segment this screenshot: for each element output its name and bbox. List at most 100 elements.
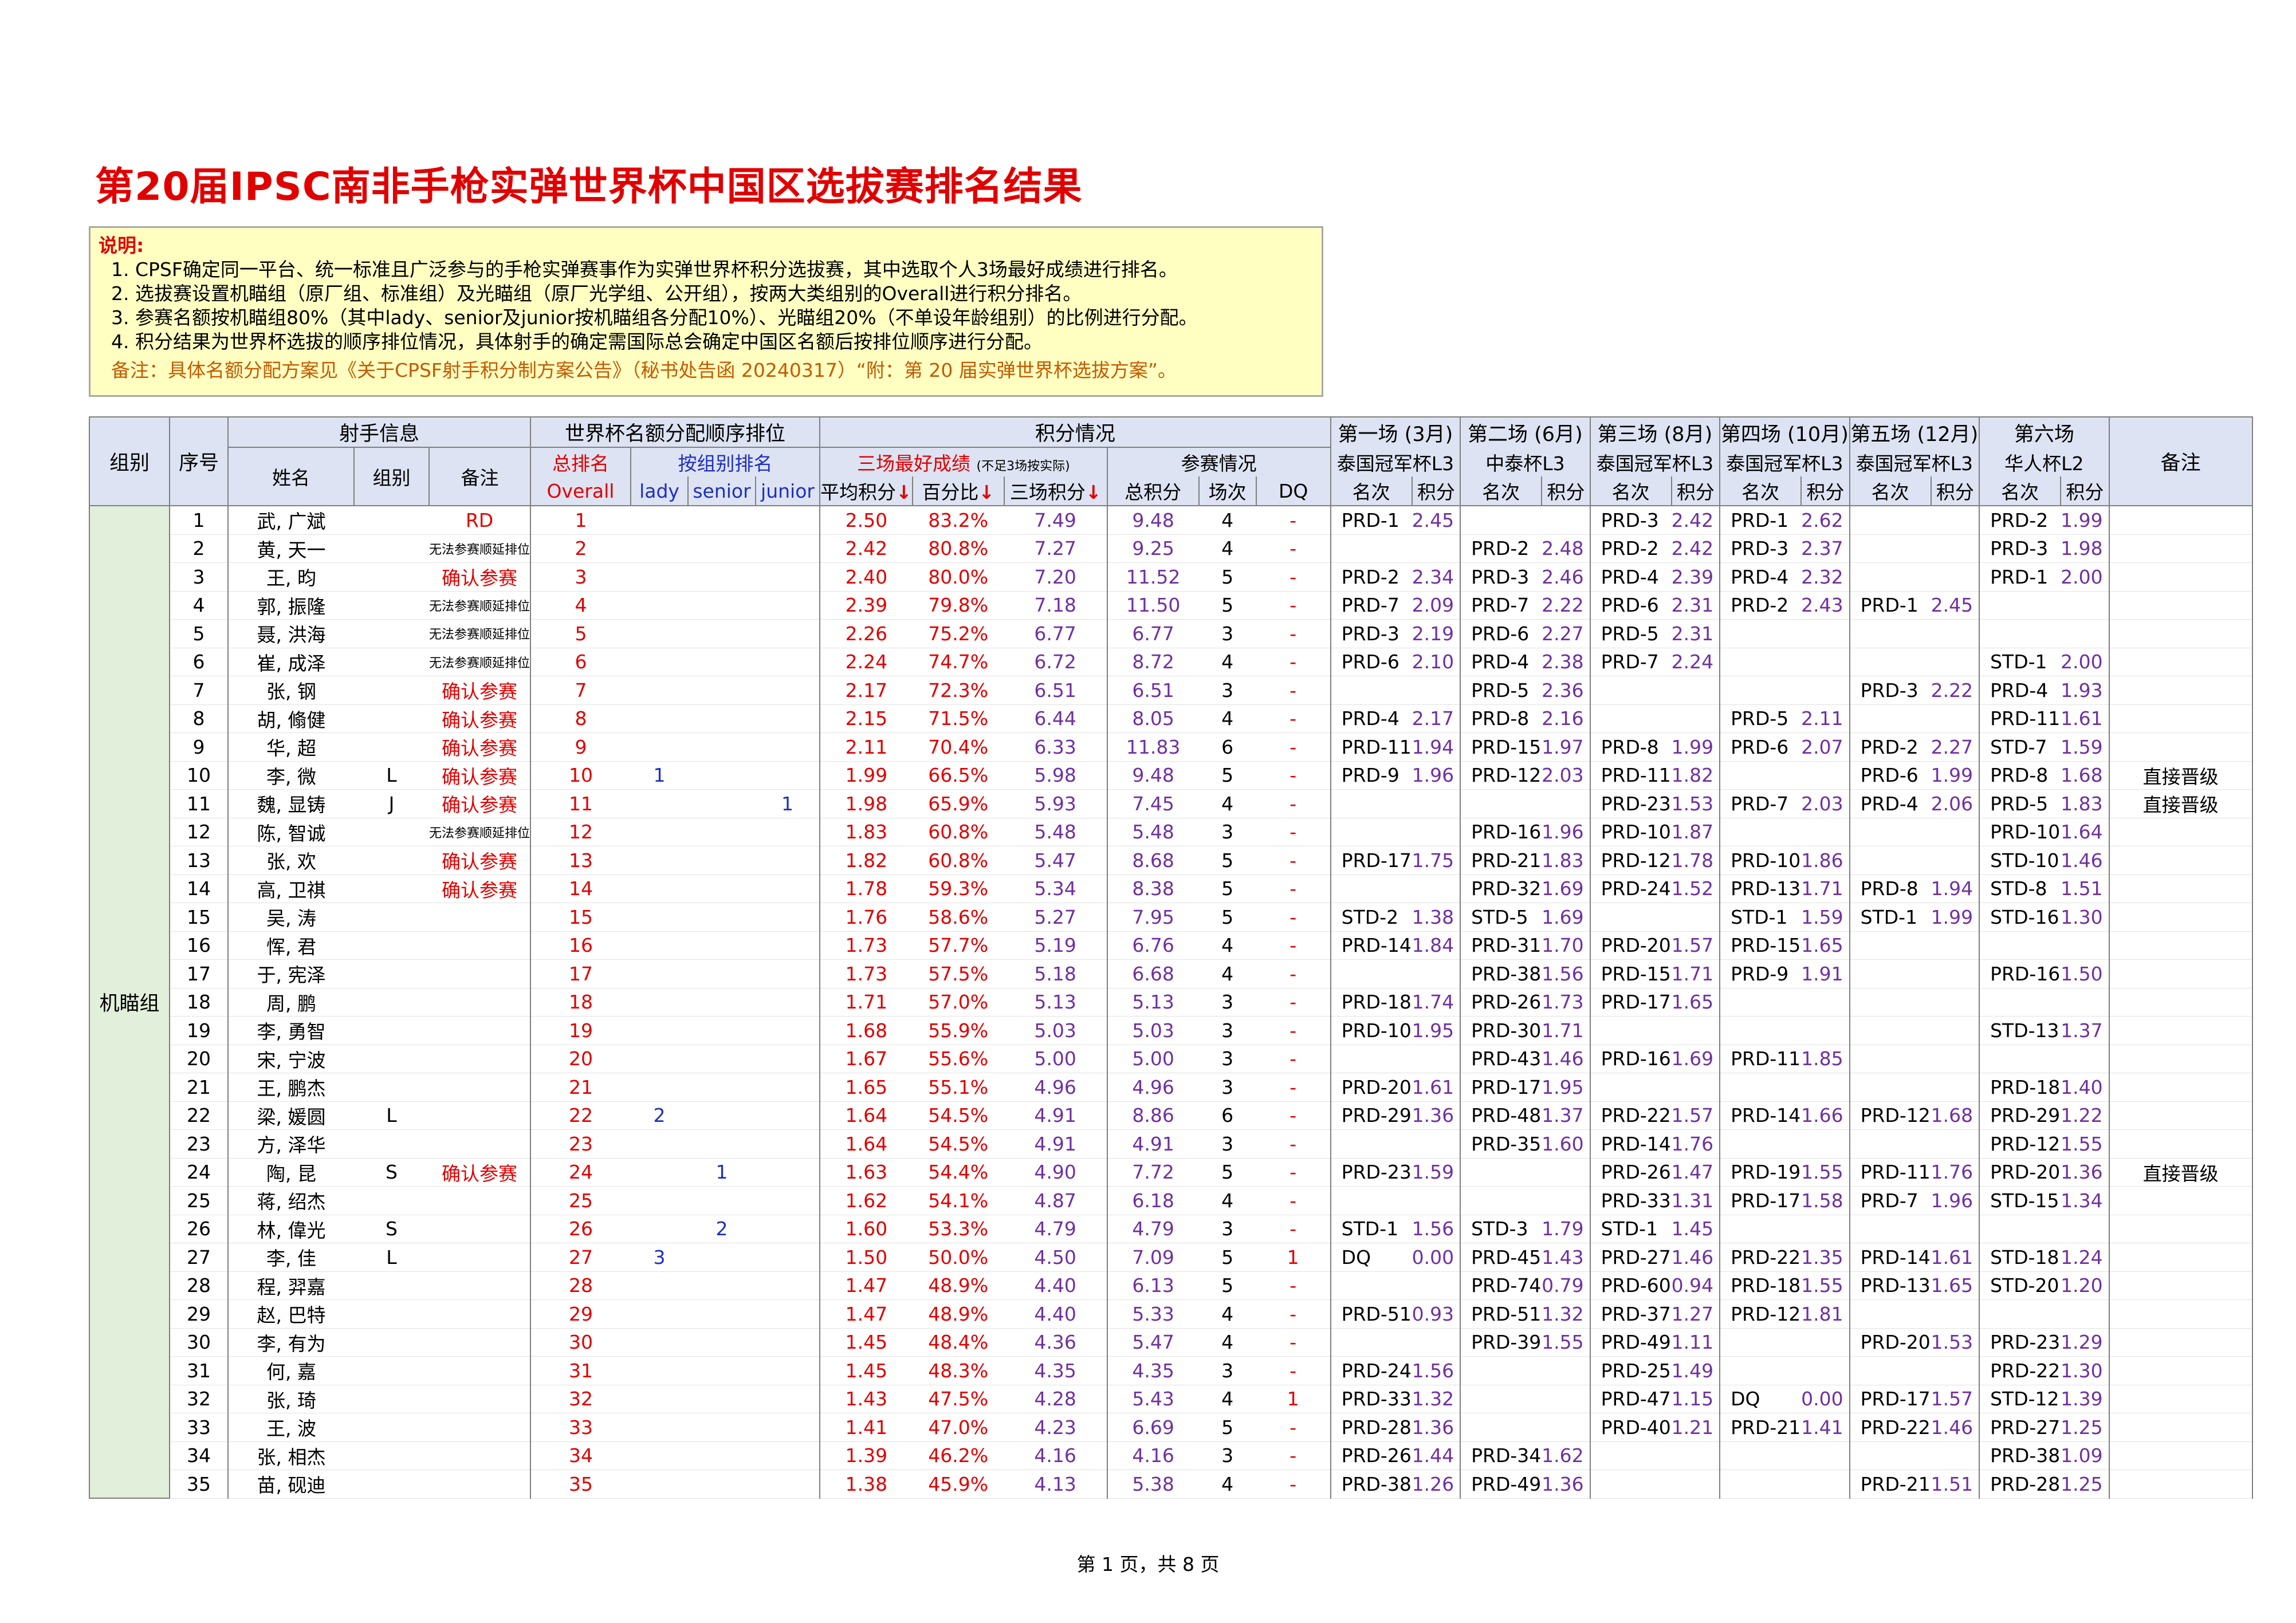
cell-category	[354, 506, 429, 535]
cell-m6-score: 1.61	[2061, 704, 2109, 733]
cell-overall: 22	[530, 1101, 631, 1130]
cell-m6-score: 1.25	[2061, 1470, 2109, 1499]
cell-overall: 7	[530, 676, 631, 705]
cell-m3-place	[1589, 676, 1672, 705]
cell-m3-place: STD-1	[1589, 1215, 1672, 1243]
cell-m6-place: PRD-11	[1979, 704, 2061, 733]
cell-lady	[631, 818, 689, 846]
cell-pts3: 4.96	[1004, 1073, 1107, 1102]
cell-pts3: 4.87	[1004, 1186, 1107, 1215]
cell-m4-place: DQ	[1719, 1385, 1802, 1413]
cell-m6-place: STD-8	[1979, 874, 2061, 903]
cell-m6-score: 1.36	[2061, 1158, 2109, 1187]
cell-pts3: 4.23	[1004, 1413, 1107, 1442]
cell-pts3: 4.50	[1004, 1243, 1107, 1272]
cell-remark	[2108, 619, 2253, 648]
cell-total: 4.35	[1106, 1356, 1199, 1385]
notes-box: 说明: 1. CPSF确定同一平台、统一标准且广泛参与的手枪实弹赛事作为实弹世界…	[89, 226, 1323, 397]
cell-overall: 17	[530, 959, 631, 988]
cell-remark	[2108, 506, 2253, 535]
cell-m6-score: 1.37	[2061, 1016, 2109, 1045]
cell-seq: 12	[169, 818, 228, 846]
cell-m2-score: 1.97	[1542, 732, 1590, 762]
cell-pct: 53.3%	[912, 1215, 1004, 1243]
cell-m4-place: PRD-12	[1719, 1299, 1802, 1329]
table-row: 3 王, 昀确认参赛 3 2.40 80.0% 7.20 11.52 5- PRD-2 2.34 P…	[89, 562, 2253, 592]
cell-lady	[631, 1413, 689, 1442]
cell-pts3: 5.93	[1004, 789, 1107, 818]
cell-pct: 72.3%	[912, 676, 1004, 705]
cell-m5-score	[1931, 1129, 1980, 1159]
col-m3-place: 名次	[1589, 476, 1672, 506]
cell-m5-score: 1.51	[1931, 1470, 1980, 1499]
cell-m3-score: 1.87	[1671, 818, 1720, 846]
cell-name: 宋, 宁波	[227, 1045, 354, 1073]
cell-total: 8.38	[1106, 874, 1199, 903]
cell-matches: 3	[1198, 988, 1256, 1017]
cell-remark	[2108, 704, 2253, 733]
cell-lady	[631, 988, 689, 1017]
cell-pts3: 5.19	[1004, 931, 1107, 960]
cell-senior	[688, 874, 756, 903]
cell-m6-score: 1.40	[2061, 1073, 2109, 1102]
cell-dq: -	[1256, 1186, 1331, 1215]
cell-category	[354, 676, 429, 705]
cell-lady	[631, 704, 689, 733]
cell-m5-score: 1.94	[1931, 874, 1980, 903]
cell-seq: 30	[169, 1328, 228, 1357]
cell-junior: 1	[756, 789, 820, 818]
cell-pct: 47.0%	[912, 1413, 1004, 1442]
cell-pts3: 5.27	[1004, 903, 1107, 932]
cell-senior	[688, 1243, 756, 1272]
hdr-match-4: 第四场 (10月)	[1719, 416, 1850, 447]
table-row: 18 周, 鹏 18 1.71 57.0% 5.13 5.13 3- PRD-18 1.74 PRD…	[89, 988, 2253, 1017]
cell-m5-score: 1.99	[1931, 761, 1980, 790]
cell-pct: 48.3%	[912, 1356, 1004, 1385]
cell-remark	[2108, 1328, 2253, 1357]
cell-note: 确认参赛	[429, 562, 531, 592]
cell-pct: 58.6%	[912, 903, 1004, 932]
cell-matches: 4	[1198, 1385, 1256, 1413]
cell-m2-place: PRD-7	[1460, 591, 1542, 620]
cell-pct: 80.0%	[912, 562, 1004, 592]
cell-m1-score: 2.34	[1412, 562, 1461, 592]
cell-m1-place: PRD-38	[1330, 1470, 1412, 1499]
cell-name: 李, 佳	[227, 1243, 354, 1272]
cell-seq: 6	[169, 648, 228, 676]
cell-m5-score: 2.27	[1931, 732, 1980, 762]
cell-m1-place	[1330, 1129, 1412, 1159]
cell-m5-score: 1.65	[1931, 1271, 1980, 1300]
cell-m2-score: 2.46	[1542, 562, 1590, 592]
cell-lady	[631, 1215, 689, 1243]
cell-m4-place	[1719, 648, 1802, 676]
cell-m3-place: PRD-14	[1589, 1129, 1672, 1159]
cell-m4-score: 2.43	[1801, 591, 1850, 620]
cell-lady	[631, 903, 689, 932]
cell-category	[354, 874, 429, 903]
cell-m2-place: PRD-48	[1460, 1101, 1542, 1130]
cell-m4-place	[1719, 676, 1802, 705]
cell-m1-score: 1.44	[1412, 1441, 1461, 1470]
cell-m3-place	[1589, 1073, 1672, 1102]
cell-m6-score	[2061, 619, 2109, 648]
col-m5-score: 积分	[1930, 476, 1980, 506]
cell-m2-score: 1.37	[1542, 1101, 1590, 1130]
cell-seq: 17	[169, 959, 228, 988]
notes-remark: 备注：具体名额分配方案见《关于CPSF射手积分制方案公告》（秘书处告函 2024…	[111, 359, 1177, 381]
cell-m4-score: 1.59	[1801, 903, 1850, 932]
cell-total: 7.09	[1106, 1243, 1199, 1272]
cell-overall: 20	[530, 1045, 631, 1073]
cell-lady	[631, 1073, 689, 1102]
cell-m1-place: PRD-2	[1330, 562, 1412, 592]
cell-m4-place: PRD-10	[1719, 846, 1802, 875]
cell-dq: -	[1256, 903, 1331, 932]
cell-pct: 48.4%	[912, 1328, 1004, 1357]
cell-m1-score	[1412, 534, 1461, 563]
cell-category	[354, 1413, 429, 1442]
cell-m1-score	[1412, 818, 1461, 846]
cell-remark	[2108, 591, 2253, 620]
cell-m6-score: 1.39	[2061, 1385, 2109, 1413]
cell-avg: 1.45	[819, 1356, 913, 1385]
cell-m5-place	[1849, 931, 1931, 960]
cell-m5-score	[1931, 562, 1980, 592]
